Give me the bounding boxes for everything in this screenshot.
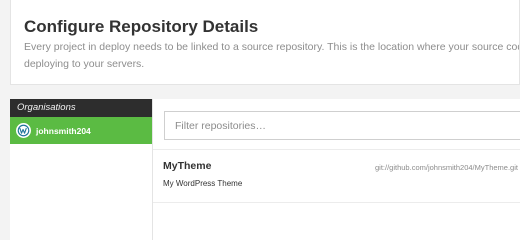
sidebar-item-johnsmith204[interactable]: johnsmith204 bbox=[10, 117, 152, 144]
page-description-line-2: deploying to your servers. bbox=[24, 58, 145, 70]
page-description: Every project in deploy needs to be link… bbox=[24, 39, 519, 73]
repository-name: MyTheme bbox=[163, 160, 212, 172]
repositories-panel: MyTheme git://github.com/johnsmith204/My… bbox=[153, 99, 520, 240]
page-title: Configure Repository Details bbox=[24, 17, 259, 36]
repository-row[interactable]: MyTheme git://github.com/johnsmith204/My… bbox=[153, 149, 520, 203]
repository-url: git://github.com/johnsmith204/MyTheme.gi… bbox=[375, 163, 518, 172]
repository-description: My WordPress Theme bbox=[163, 179, 243, 188]
sidebar-heading: Organisations bbox=[10, 99, 152, 117]
organisations-sidebar: Organisations johnsmith204 bbox=[10, 99, 153, 240]
filter-repositories-input[interactable] bbox=[164, 111, 520, 140]
sidebar-item-label: johnsmith204 bbox=[36, 125, 91, 136]
page-description-line-1: Every project in deploy needs to be link… bbox=[24, 41, 519, 53]
page-header: Configure Repository Details Every proje… bbox=[10, 0, 520, 85]
wordpress-icon bbox=[16, 123, 31, 138]
